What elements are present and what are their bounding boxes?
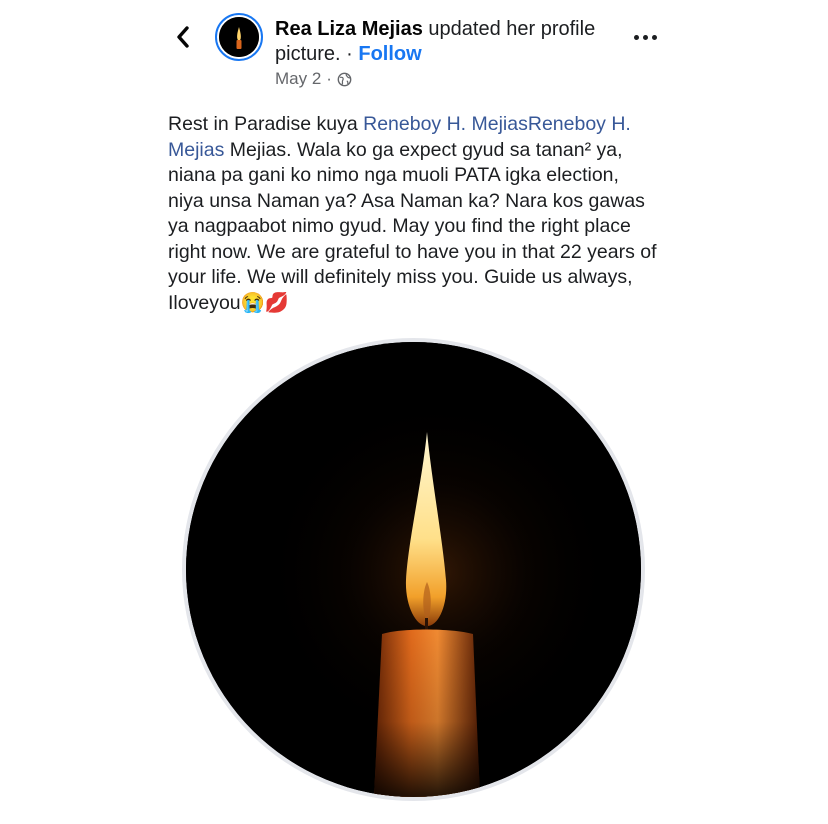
mention-link[interactable]: Reneboy H. Mejias <box>363 113 528 135</box>
post-date[interactable]: May 2 <box>275 69 321 89</box>
caption-intro: Rest in Paradise kuya <box>168 113 364 135</box>
back-button[interactable] <box>168 22 198 52</box>
avatar[interactable] <box>215 13 263 61</box>
candle-photo <box>186 342 641 797</box>
separator: · <box>340 43 359 65</box>
more-horizontal-icon <box>633 34 639 40</box>
caption-body: Mejias. Wala ko ga expect gyud sa tanan²… <box>168 138 657 314</box>
post-meta: May 2 · <box>275 69 352 89</box>
author-name[interactable]: Rea Liza Mejias <box>275 18 423 40</box>
globe-icon <box>337 72 352 86</box>
chevron-left-icon <box>177 26 189 48</box>
avatar-image <box>219 17 259 57</box>
caption-emoji: 😭💋 <box>240 291 290 314</box>
follow-button[interactable]: Follow <box>358 43 421 65</box>
profile-picture[interactable] <box>182 338 645 801</box>
more-options-button[interactable] <box>630 24 660 50</box>
post-header: Rea Liza Mejias updated her profile pict… <box>275 17 615 67</box>
meta-dot: · <box>326 69 332 88</box>
post-caption: Rest in Paradise kuya Reneboy H. MejiasR… <box>168 112 658 316</box>
